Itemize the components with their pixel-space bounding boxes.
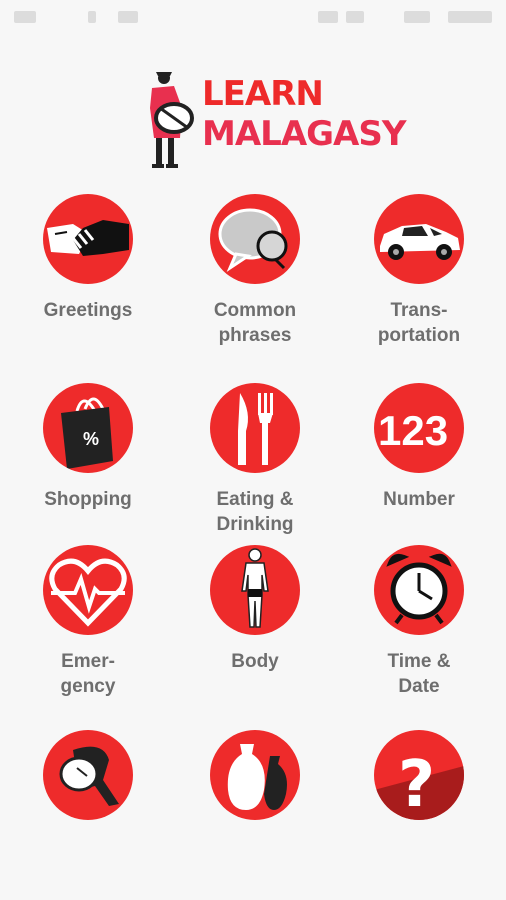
car-icon bbox=[374, 194, 464, 284]
wifi-icon bbox=[346, 11, 364, 23]
category-body[interactable]: Body bbox=[185, 545, 325, 674]
category-label: Number bbox=[383, 489, 455, 510]
question-mark-icon: ? bbox=[374, 730, 464, 820]
category-label: Emer- gency bbox=[60, 651, 116, 697]
category-label: Greetings bbox=[43, 300, 133, 321]
question-mark-text: ? bbox=[398, 748, 435, 820]
notification-icon bbox=[118, 11, 138, 23]
category-label: Common phrases bbox=[213, 300, 297, 346]
speech-bubble-icon bbox=[210, 194, 300, 284]
category-common-phrases[interactable]: Common phrases bbox=[185, 194, 325, 348]
battery-icon bbox=[404, 11, 430, 23]
shopping-bag-icon: % bbox=[43, 383, 133, 473]
numbers-icon: 123 bbox=[374, 383, 464, 473]
status-bar bbox=[0, 0, 506, 36]
category-label: Body bbox=[231, 651, 279, 672]
clock-icon bbox=[448, 11, 492, 23]
pot-icon bbox=[43, 730, 133, 820]
handshake-icon bbox=[43, 194, 133, 284]
knife-fork-icon bbox=[210, 383, 300, 473]
notification-icon bbox=[88, 11, 96, 23]
category-pot[interactable] bbox=[18, 730, 158, 834]
category-label: Time & Date bbox=[387, 651, 451, 697]
category-emergency[interactable]: Emer- gency bbox=[18, 545, 158, 699]
heart-pulse-icon bbox=[43, 545, 133, 635]
app-logo: LEARN MALAGASY bbox=[140, 68, 406, 172]
category-greetings[interactable]: Greetings bbox=[18, 194, 158, 323]
category-label: Eating & Drinking bbox=[216, 489, 294, 535]
category-eating-drinking[interactable]: Eating & Drinking bbox=[185, 383, 325, 537]
category-other[interactable]: ? bbox=[349, 730, 489, 834]
category-vases[interactable] bbox=[185, 730, 325, 834]
category-shopping[interactable]: % Shopping bbox=[18, 383, 158, 512]
alarm-clock-icon bbox=[374, 545, 464, 635]
category-label: Trans- portation bbox=[377, 300, 461, 346]
drummer-icon bbox=[150, 72, 194, 168]
category-transportation[interactable]: Trans- portation bbox=[349, 194, 489, 348]
vases-icon bbox=[210, 730, 300, 820]
body-icon bbox=[210, 545, 300, 635]
numbers-text: 123 bbox=[378, 407, 448, 454]
logo-text-line-1: LEARN bbox=[202, 74, 324, 114]
category-number[interactable]: 123 Number bbox=[349, 383, 489, 512]
logo-text-line-2: MALAGASY bbox=[202, 114, 406, 154]
notification-icon bbox=[14, 11, 36, 23]
signal-icon bbox=[318, 11, 338, 23]
svg-text:%: % bbox=[83, 429, 99, 449]
category-label: Shopping bbox=[44, 489, 132, 510]
category-time-date[interactable]: Time & Date bbox=[349, 545, 489, 699]
